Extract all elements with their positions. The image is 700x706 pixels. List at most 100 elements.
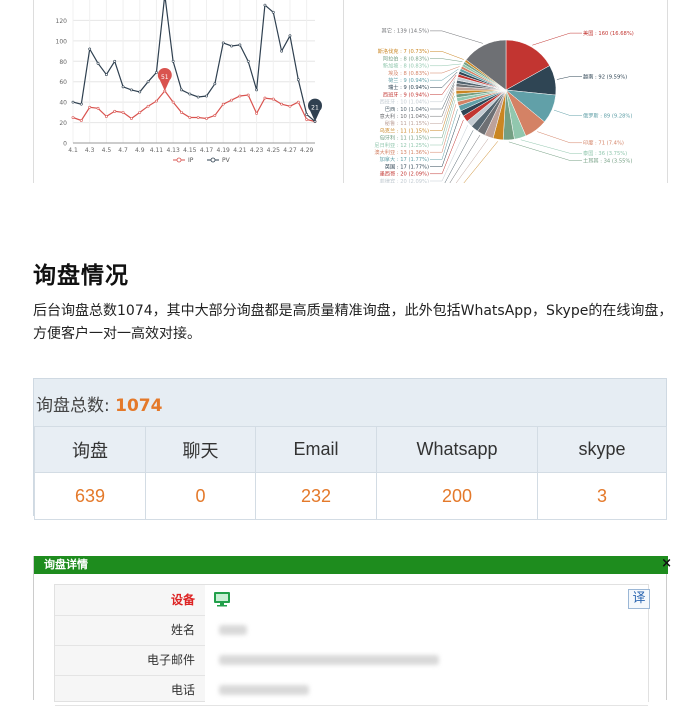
data-point-ip xyxy=(288,104,292,108)
summary-value-row: 639 0 232 200 3 xyxy=(34,472,667,520)
chart-border-right xyxy=(667,0,668,183)
value-email[interactable]: 232 xyxy=(255,472,377,520)
data-point-pv xyxy=(255,88,258,92)
data-point-pv xyxy=(180,88,183,92)
data-point-ip xyxy=(104,115,108,118)
section-description: 后台询盘总数1074，其中大部分询盘都是高质量精准询盘，此外包括WhatsApp… xyxy=(33,303,673,342)
data-point-pv xyxy=(246,59,250,63)
pie-leader-line xyxy=(430,114,461,167)
detail-row-name: 姓名 xyxy=(55,615,648,646)
data-point-ip xyxy=(280,102,284,106)
pie-label: 匈牙利 : 11 (1.15%) xyxy=(380,134,429,142)
col-chat: 聊天 xyxy=(145,426,256,473)
country-pie-chart: 美国 : 160 (16.68%) 越南 : 92 (9.59%) 俄罗斯 : 89… xyxy=(374,27,634,183)
x-tick-label: 4.15 xyxy=(183,147,197,154)
data-point-ip xyxy=(88,105,92,109)
data-point-ip xyxy=(155,99,158,103)
data-point-ip xyxy=(205,117,208,120)
data-point-pv xyxy=(71,100,75,104)
series-line-pv xyxy=(72,0,316,122)
email-value[interactable] xyxy=(205,645,648,675)
x-tick-label: 4.29 xyxy=(300,147,314,154)
value-chat[interactable]: 0 xyxy=(145,472,256,520)
data-point-pv xyxy=(221,41,225,45)
phone-value[interactable] xyxy=(205,675,648,705)
pie-label: 乌克兰 : 11 (1.15%) xyxy=(380,126,429,134)
data-point-pv xyxy=(196,95,200,99)
pie-label: 土耳其 : 34 (3.55%) xyxy=(583,156,632,164)
pie-label: 意大利 : 10 (1.04%) xyxy=(380,112,429,120)
data-point-pv xyxy=(138,90,142,94)
x-tick-label: 4.3 xyxy=(85,147,95,154)
pie-label: 越南 : 92 (9.59%) xyxy=(583,72,627,80)
value-inquiry[interactable]: 639 xyxy=(34,472,146,520)
col-email: Email xyxy=(255,426,377,473)
data-point-pv xyxy=(263,3,267,7)
data-point-pv xyxy=(96,61,100,65)
pie-label: 瑞士 : 9 (0.94%) xyxy=(388,83,429,91)
detail-title: 询盘详情 xyxy=(44,558,88,571)
col-inquiry: 询盘 xyxy=(34,426,146,473)
data-point-ip xyxy=(238,94,242,98)
data-point-pv xyxy=(271,10,275,14)
close-icon[interactable]: × xyxy=(661,555,672,573)
name-label: 姓名 xyxy=(170,623,195,637)
data-point-ip xyxy=(221,102,225,106)
legend-marker xyxy=(176,157,182,163)
data-point-ip xyxy=(271,97,275,101)
data-point-ip xyxy=(180,110,183,114)
data-point-ip xyxy=(146,104,150,108)
x-tick-label: 4.11 xyxy=(150,147,164,154)
data-point-ip xyxy=(96,106,100,110)
col-skype: skype xyxy=(537,426,667,473)
data-point-ip xyxy=(171,100,175,104)
data-point-pv xyxy=(205,94,208,98)
pie-leader-line xyxy=(430,84,455,117)
detail-form: 设备 译 姓名 电子邮件 电话 xyxy=(54,584,650,706)
pie-leader-line xyxy=(537,131,582,144)
value-skype[interactable]: 3 xyxy=(537,472,667,520)
data-point-pv xyxy=(288,34,292,38)
data-point-pv xyxy=(230,44,233,48)
data-point-ip xyxy=(130,117,133,120)
y-tick-label: 120 xyxy=(56,18,68,25)
phone-label: 电话 xyxy=(170,683,195,697)
data-point-ip xyxy=(71,116,75,119)
x-tick-label: 4.23 xyxy=(250,147,264,154)
summary-table: 询盘 聊天 Email Whatsapp skype 639 0 232 200… xyxy=(34,426,667,520)
pie-label: 印度 : 71 (7.4%) xyxy=(583,139,624,147)
data-point-ip xyxy=(263,96,267,100)
y-tick-label: 80 xyxy=(59,59,67,66)
pie-label: 新加坡 : 8 (0.83%) xyxy=(383,62,429,70)
data-point-pv xyxy=(121,85,125,89)
col-whatsapp: Whatsapp xyxy=(376,426,538,473)
name-value[interactable] xyxy=(205,615,648,645)
x-tick-label: 4.1 xyxy=(68,147,78,154)
data-point-ip xyxy=(121,110,125,114)
pie-label: 墨西哥 : 20 (2.09%) xyxy=(380,171,429,178)
x-tick-label: 4.27 xyxy=(283,147,297,154)
data-point-pv xyxy=(104,73,108,76)
detail-row-phone: 电话 xyxy=(55,675,648,706)
translate-button[interactable]: 译 xyxy=(628,589,650,609)
x-tick-label: 4.17 xyxy=(200,147,214,154)
data-point-pv xyxy=(296,78,300,82)
data-point-ip xyxy=(138,110,142,114)
device-value: 译 xyxy=(205,585,650,615)
pie-label: 其它 : 139 (14.5%) xyxy=(382,27,430,35)
pie-label: 英国 : 17 (1.77%) xyxy=(385,162,429,170)
summary-header-row: 询盘 聊天 Email Whatsapp skype xyxy=(34,426,667,473)
chart-divider xyxy=(343,0,344,183)
pie-leader-line xyxy=(430,63,461,67)
pie-label: 荷兰 : 9 (0.94%) xyxy=(388,76,429,84)
pie-leader-line xyxy=(455,138,489,183)
pie-label: 秘鲁 : 11 (1.15%) xyxy=(385,119,429,127)
inquiry-detail-panel: 询盘详情 × 设备 译 姓名 电子邮件 电话 xyxy=(33,556,672,706)
summary-title: 询盘总数: 1074 xyxy=(36,391,162,416)
data-point-pv xyxy=(146,80,150,84)
data-point-pv xyxy=(79,102,83,106)
pie-leader-line xyxy=(430,74,457,95)
x-tick-label: 4.13 xyxy=(166,147,180,154)
pie-label: 斯洛伐克 : 7 (0.73%) xyxy=(378,47,429,55)
value-whatsapp[interactable]: 200 xyxy=(376,472,538,520)
